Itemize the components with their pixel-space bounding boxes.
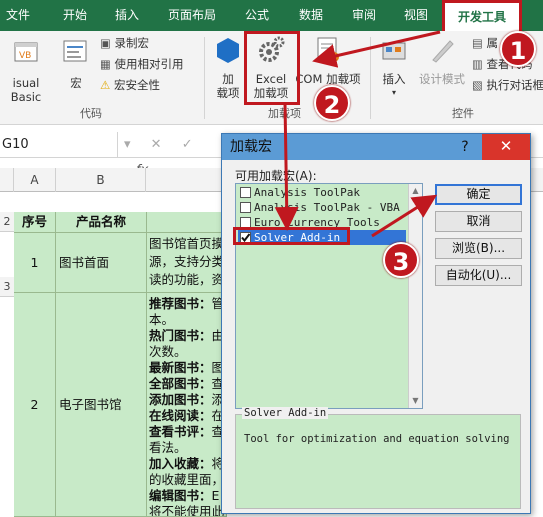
step-badge-3: 3 (383, 242, 419, 278)
step-badge-2: 2 (314, 85, 350, 121)
arrow-1 (312, 30, 441, 68)
arrow-3 (371, 194, 438, 238)
arrow-2 (274, 102, 299, 231)
step-badge-1: 1 (500, 31, 536, 67)
annotation-arrows (274, 30, 441, 238)
